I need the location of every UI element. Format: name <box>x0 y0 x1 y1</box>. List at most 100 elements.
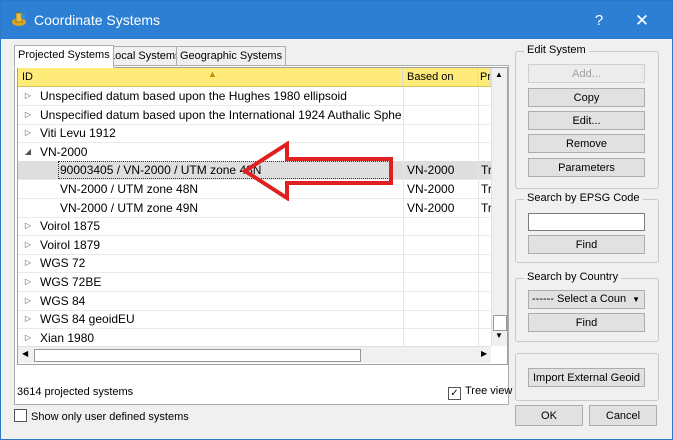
country-find-button[interactable]: Find <box>528 313 645 332</box>
coordinate-systems-dialog: Coordinate Systems ? ✕ Projected Systems… <box>0 0 673 440</box>
row-projection-cell <box>481 329 491 347</box>
vertical-scroll-thumb[interactable] <box>493 315 507 331</box>
expand-icon[interactable]: ▷ <box>22 329 34 347</box>
row-based-on-cell <box>407 106 477 124</box>
column-header-id[interactable]: ID ▲ <box>18 68 403 86</box>
scroll-right-icon[interactable]: ▶ <box>481 349 487 358</box>
table-row[interactable]: ▷ Voirol 1879 <box>18 236 491 255</box>
expand-icon[interactable]: ▷ <box>22 254 34 272</box>
row-projection-cell: Tr <box>481 182 491 196</box>
edit-system-label: Edit System <box>524 44 589 56</box>
row-projection-cell: Tr <box>481 163 491 178</box>
import-external-geoid-button[interactable]: Import External Geoid <box>528 368 645 387</box>
tab-geographic-systems[interactable]: Geographic Systems <box>176 46 287 67</box>
show-only-user-defined-checkbox[interactable]: Show only user defined systems <box>14 409 189 423</box>
tree-view-checkbox[interactable]: ✓ Tree view <box>448 385 512 400</box>
row-based-on-cell <box>407 217 477 235</box>
expand-icon[interactable]: ▷ <box>22 87 34 105</box>
row-id-cell: Voirol 1879 <box>40 237 101 252</box>
expand-icon[interactable]: ▷ <box>22 292 34 310</box>
row-based-on-cell <box>407 273 477 291</box>
table-row[interactable]: ▷ WGS 72BE <box>18 273 491 292</box>
country-select[interactable]: ------ Select a Coun ▼ <box>528 290 645 309</box>
row-projection-cell: Tr <box>481 200 491 215</box>
column-header-based-on[interactable]: Based on <box>403 68 478 86</box>
tab-local-systems[interactable]: Local Systems <box>105 46 185 67</box>
add-button[interactable]: Add... <box>528 64 645 83</box>
expand-icon[interactable]: ▷ <box>22 273 34 291</box>
row-projection-cell <box>481 217 491 235</box>
row-id-cell: Xian 1980 <box>40 330 95 345</box>
row-id-cell: WGS 72BE <box>40 275 102 289</box>
row-based-on-cell: VN-2000 <box>407 182 455 196</box>
horizontal-scroll-thumb[interactable] <box>34 349 361 362</box>
help-button[interactable]: ? <box>584 9 614 33</box>
row-based-on-cell <box>407 143 477 161</box>
table-row[interactable]: ▷ Unspecified datum based upon the Hughes… <box>18 87 491 106</box>
expand-icon[interactable]: ▷ <box>22 106 34 124</box>
row-projection-cell <box>481 310 491 328</box>
grid-header: ID ▲ Based on Pr <box>18 68 491 87</box>
epsg-find-button[interactable]: Find <box>528 235 645 254</box>
scroll-left-icon[interactable]: ◀ <box>22 349 28 358</box>
column-divider <box>478 87 479 364</box>
row-projection-cell <box>481 87 491 105</box>
epsg-search-label: Search by EPSG Code <box>524 192 643 204</box>
country-search-group: Search by Country <box>515 271 659 342</box>
expand-icon[interactable]: ▷ <box>22 124 34 142</box>
scroll-down-icon[interactable]: ▼ <box>495 331 503 340</box>
row-id-cell: Voirol 1875 <box>40 219 101 234</box>
table-row[interactable]: ▷ WGS 84 geoidEU <box>18 310 491 330</box>
coordinate-system-tree-grid[interactable]: ID ▲ Based on Pr ▷ Unspecified datum based… <box>17 67 508 365</box>
tab-projected-systems[interactable]: Projected Systems <box>14 45 114 68</box>
cancel-button[interactable]: Cancel <box>589 405 657 426</box>
row-id-cell: VN-2000 / UTM zone 49N <box>60 200 199 215</box>
expand-icon[interactable]: ▷ <box>22 217 34 235</box>
vertical-scrollbar[interactable]: ▲ ▼ <box>491 68 507 346</box>
epsg-code-input[interactable] <box>528 213 645 231</box>
row-based-on-cell <box>407 292 477 310</box>
row-projection-cell <box>481 273 491 291</box>
row-based-on-cell <box>407 236 477 254</box>
table-row[interactable]: ▷ Voirol 1875 <box>18 217 491 237</box>
expand-icon[interactable]: ▷ <box>22 236 34 254</box>
remove-button[interactable]: Remove <box>528 134 645 153</box>
row-projection-cell <box>481 292 491 310</box>
expand-icon[interactable]: ▷ <box>22 310 34 328</box>
copy-button[interactable]: Copy <box>528 88 645 107</box>
row-based-on-cell: VN-2000 <box>407 163 455 178</box>
ok-button[interactable]: OK <box>515 405 583 426</box>
horizontal-scrollbar[interactable]: ◀ ▶ <box>18 346 491 363</box>
system-count: 3614 projected systems <box>17 386 134 398</box>
table-row[interactable]: ▷ Xian 1980 <box>18 329 491 348</box>
table-row[interactable]: ▷ WGS 84 <box>18 292 491 311</box>
row-id-cell: Viti Levu 1912 <box>40 126 116 141</box>
row-id-cell: WGS 84 <box>40 293 86 308</box>
row-based-on-cell: VN-2000 <box>407 200 455 215</box>
row-projection-cell <box>481 236 491 254</box>
globe-app-icon <box>12 12 26 26</box>
row-id-cell: WGS 72 <box>40 256 86 271</box>
country-search-label: Search by Country <box>524 271 622 283</box>
column-divider <box>403 87 404 364</box>
table-row[interactable]: ▷ WGS 72 <box>18 254 491 274</box>
row-projection-cell <box>481 254 491 272</box>
row-based-on-cell <box>407 310 477 328</box>
edit-button[interactable]: Edit... <box>528 111 645 130</box>
sort-ascending-icon: ▲ <box>208 69 217 79</box>
red-annotation-arrow <box>241 141 393 201</box>
row-based-on-cell <box>407 329 477 347</box>
collapse-icon[interactable]: ◢ <box>22 143 34 161</box>
row-id-cell: Unspecified datum based upon the Hughes … <box>40 89 347 103</box>
row-projection-cell <box>481 124 491 142</box>
parameters-button[interactable]: Parameters <box>528 158 645 177</box>
column-header-projection[interactable]: Pr <box>478 68 491 86</box>
close-button[interactable]: ✕ <box>627 9 657 33</box>
row-id-cell: WGS 84 geoidEU <box>40 312 135 327</box>
row-projection-cell <box>481 143 491 161</box>
scroll-up-icon[interactable]: ▲ <box>495 70 503 79</box>
table-row[interactable]: ▷ Unspecified datum based upon the Intern… <box>18 106 491 125</box>
table-row[interactable]: VN-2000 / UTM zone 49N VN-2000 Tr <box>18 199 491 218</box>
row-based-on-cell <box>407 87 477 105</box>
tree-view-check-icon[interactable]: ✓ <box>448 387 461 400</box>
